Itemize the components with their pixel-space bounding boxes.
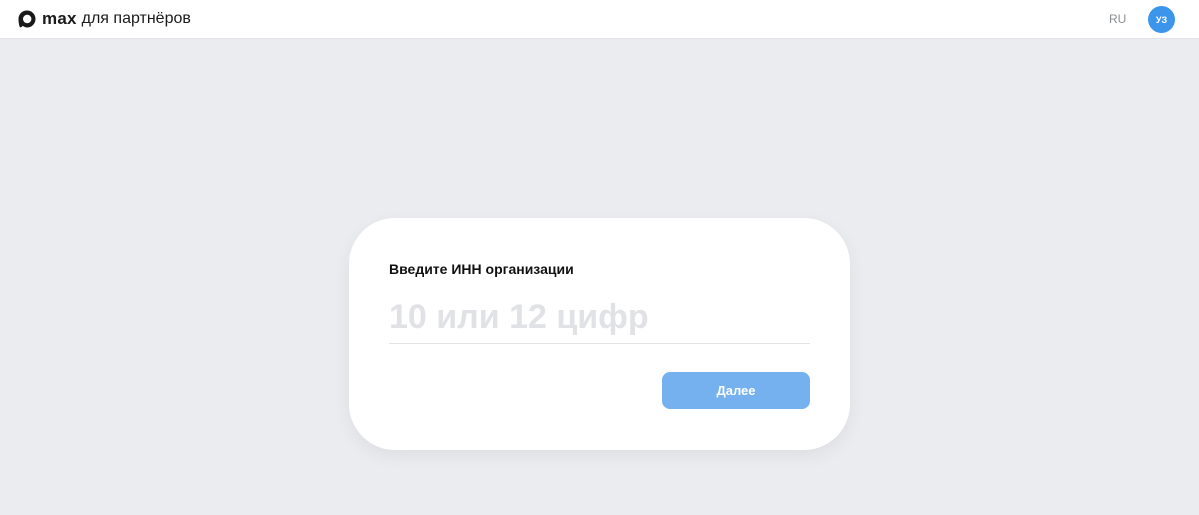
logo-subtitle: для партнёров (81, 10, 191, 27)
max-logo-icon (17, 9, 37, 29)
top-bar: max для партнёров RU УЗ (0, 0, 1199, 39)
card-title: Введите ИНН организации (389, 261, 574, 277)
language-switcher[interactable]: RU (1109, 12, 1126, 26)
logo-text: max (42, 9, 77, 28)
next-button[interactable]: Далее (662, 372, 810, 409)
avatar[interactable]: УЗ (1148, 6, 1175, 33)
inn-input[interactable] (389, 292, 810, 344)
inn-card: Введите ИНН организации Далее (349, 218, 850, 450)
logo[interactable]: max для партнёров (17, 8, 191, 30)
